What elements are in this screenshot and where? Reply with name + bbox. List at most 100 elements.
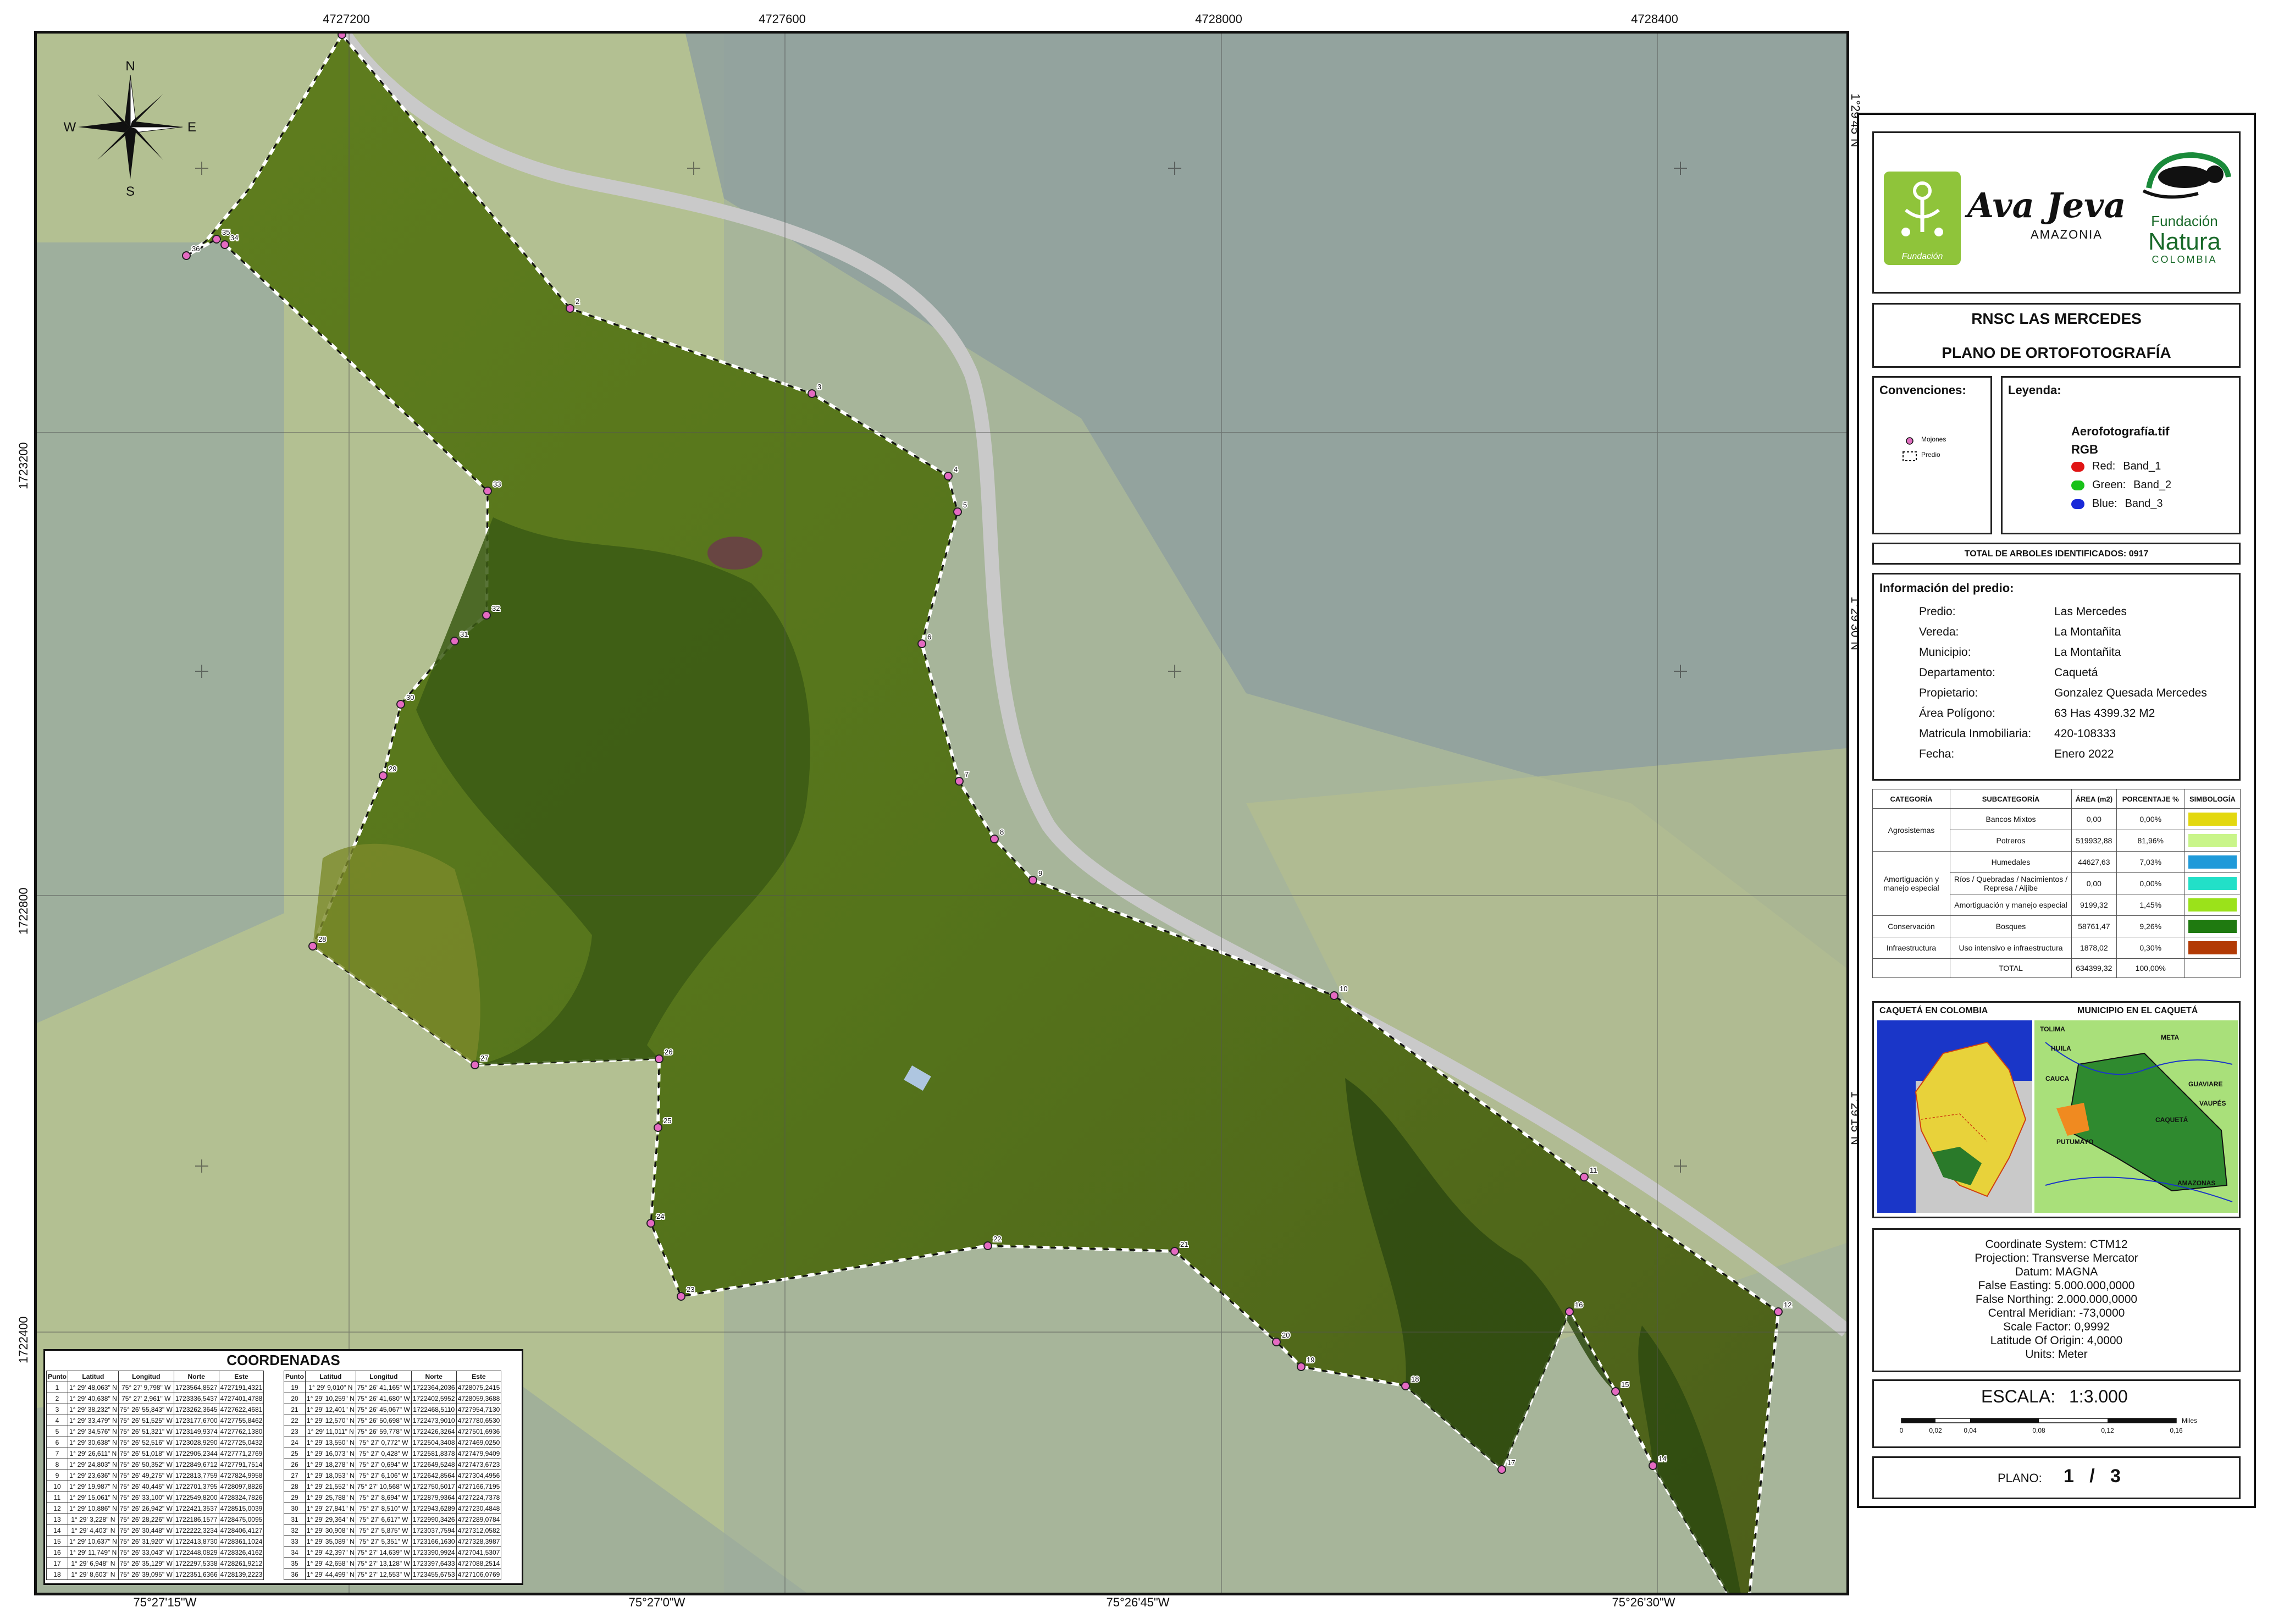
info-value: Caquetá — [2054, 666, 2098, 679]
bottom-tick-label: 75°27'0"W — [628, 1595, 685, 1609]
ava-jeva-sub: AMAZONIA — [2031, 228, 2103, 241]
table-cell: 0,30% — [2116, 937, 2185, 959]
boundary-point-label: 24 — [656, 1212, 664, 1220]
coord-cell: 1 — [46, 1382, 68, 1393]
info-key: Área Polígono: — [1919, 707, 1995, 720]
boundary-point-label: 21 — [1180, 1240, 1188, 1249]
table-cell: 44627,63 — [2071, 851, 2117, 873]
boundary-point-label: 35 — [222, 228, 230, 236]
coord-row: 32 1° 29' 30,908" N 75° 27' 5,875" W 172303… — [284, 1524, 502, 1536]
boundary-point-label: 28 — [318, 935, 326, 943]
coord-cell: 4728326,4162 — [218, 1546, 264, 1558]
coord-row: 9 1° 29' 23,636" N 75° 26' 49,275" W 172281… — [46, 1470, 264, 1481]
coord-cell: 1722473,9010 — [411, 1415, 457, 1426]
coord-cell: 4727473,6723 — [456, 1459, 502, 1470]
coord-header: Punto — [284, 1371, 306, 1382]
coord-cell: 1722905,2344 — [173, 1448, 219, 1459]
ava-jeva-logo: Fundación — [1884, 172, 1961, 265]
legend-band-row: Red: Band_1 — [2071, 460, 2161, 473]
coord-cell: 2 — [46, 1393, 68, 1404]
compass-w: W — [64, 120, 76, 135]
info-value: La Montañita — [2054, 626, 2121, 638]
coord-row: 5 1° 29' 34,576" N 75° 26' 51,321" W 172314… — [46, 1426, 264, 1437]
coord-row: 8 1° 29' 24,803" N 75° 26' 50,352" W 172284… — [46, 1459, 264, 1470]
scale-tick-label: 0 — [1900, 1427, 1904, 1434]
coord-cell: 32 — [284, 1524, 306, 1536]
caqueta-locator-map: TOLIMA HUILA META CAUCA GUAVIARE CAQUETÁ VAUPÉ… — [2034, 1020, 2238, 1213]
locator-region-label: GUAVIARE — [2188, 1080, 2222, 1088]
scale-tick-label: 0,08 — [2032, 1427, 2045, 1434]
projection-info: Coordinate System: CTM12 Projection: Tran… — [1874, 1238, 2239, 1361]
coord-cell: 1722413,8730 — [173, 1535, 219, 1547]
coord-cell: 1° 29' 19,987" N — [68, 1481, 119, 1492]
coord-cell: 14 — [46, 1524, 68, 1536]
coord-cell: 75° 26' 33,043" W — [118, 1546, 174, 1558]
natura-line2: Natura — [2148, 228, 2221, 255]
coord-header: Este — [456, 1371, 502, 1382]
table-row: Amortiguación y manejo especial Humedales… — [1872, 851, 2241, 916]
coord-cell: 1° 29' 42,397" N — [305, 1546, 356, 1558]
category-cell: Conservación — [1872, 915, 1950, 937]
coord-cell: 30 — [284, 1503, 306, 1514]
coord-cell: 1722222,3234 — [173, 1524, 219, 1536]
coord-cell: 1° 29' 42,658" N — [305, 1557, 356, 1569]
info-key: Vereda: — [1919, 626, 1959, 638]
boundary-point-label: 11 — [1590, 1166, 1597, 1174]
coord-row: 25 1° 29' 16,073" N 75° 27' 0,428" W 172258… — [284, 1448, 502, 1459]
coord-cell: 1722701,3795 — [173, 1481, 219, 1492]
coord-cell: 75° 26' 49,275" W — [118, 1470, 174, 1481]
coord-cell: 4727088,2514 — [456, 1557, 502, 1569]
table-cell: 0,00% — [2116, 808, 2185, 830]
boundary-point-label: 8 — [1000, 828, 1004, 836]
property-info-box: Información del predio: Predio: Las Merce… — [1872, 573, 2241, 781]
coord-cell: 1723149,9374 — [173, 1426, 219, 1437]
locator-box: CAQUETÁ EN COLOMBIA MUNICIPIO EN EL CAQU… — [1872, 1001, 2241, 1218]
coord-cell: 1722849,6712 — [173, 1459, 219, 1470]
coord-cell: 1° 29' 11,749" N — [68, 1546, 119, 1558]
map-frame[interactable]: 1234567891011121314151617181920212223242… — [34, 31, 1849, 1595]
coord-cell: 4727762,1380 — [218, 1426, 264, 1437]
ava-jeva-badge: Fundación — [1901, 252, 1943, 261]
coord-row: 17 1° 29' 6,948" N 75° 26' 35,129" W 172229… — [46, 1557, 264, 1569]
scale-box: ESCALA: 1:3.000 0 0,02 0,04 0,08 0,12 0,16 Mil… — [1872, 1379, 2241, 1448]
coord-cell: 4727780,6530 — [456, 1415, 502, 1426]
coord-cell: 4727824,9958 — [218, 1470, 264, 1481]
coord-cell: 6 — [46, 1437, 68, 1448]
coord-cell: 1723336,5437 — [173, 1393, 219, 1404]
coord-row: 11 1° 29' 15,061" N 75° 26' 33,100" W 17225… — [46, 1492, 264, 1503]
coord-row: 28 1° 29' 21,552" N 75° 27' 10,568" W 17227… — [284, 1481, 502, 1492]
coord-cell: 1723397,6433 — [411, 1557, 457, 1569]
locator-region-label: META — [2161, 1034, 2179, 1041]
table-cell: Bosques — [1950, 915, 2072, 937]
coord-cell: 1723177,6700 — [173, 1415, 219, 1426]
symbology-swatch — [2184, 830, 2241, 852]
plano-value: 1 / 3 — [2064, 1466, 2121, 1487]
coord-cell: 36 — [284, 1568, 306, 1580]
coord-cell: 1° 29' 10,259" N — [305, 1393, 356, 1404]
coord-cell: 4728139,2223 — [218, 1568, 264, 1580]
boundary-point-label: 5 — [963, 501, 967, 509]
plano-box: PLANO: 1 / 3 — [1872, 1456, 2241, 1499]
coord-cell: 4727230,4848 — [456, 1503, 502, 1514]
coord-cell: 4727328,3987 — [456, 1535, 502, 1547]
bottom-tick-label: 75°26'30"W — [1612, 1595, 1675, 1609]
locator-region-label: HUILA — [2051, 1045, 2071, 1052]
info-key: Matricula Inmobiliaria: — [1919, 727, 2032, 740]
coord-row: 3 1° 29' 38,232" N 75° 26' 55,843" W 172326… — [46, 1404, 264, 1415]
coord-cell: 18 — [46, 1568, 68, 1580]
table-header: SUBCATEGORÍA — [1950, 789, 2072, 809]
coord-cell: 75° 26' 55,843" W — [118, 1404, 174, 1415]
locator-region-label: CAQUETÁ — [2155, 1115, 2188, 1124]
coordinates-table-left: Punto Latitud Longitud Norte Este 1 1° 29' 48… — [46, 1371, 264, 1580]
scale-tick-label: 0,12 — [2101, 1427, 2114, 1434]
coord-cell: 1° 29' 38,232" N — [68, 1404, 119, 1415]
coord-row: 27 1° 29' 18,053" N 75° 27' 6,106" W 172264… — [284, 1470, 502, 1481]
coord-cell: 5 — [46, 1426, 68, 1437]
info-value: 63 Has 4399.32 M2 — [2054, 707, 2155, 720]
coord-cell: 75° 27' 2,961" W — [118, 1393, 174, 1404]
mojon-symbol-icon — [1903, 437, 1917, 461]
coord-row: 34 1° 29' 42,397" N 75° 27' 14,639" W 17233… — [284, 1546, 502, 1558]
coord-cell: 75° 26' 41,680" W — [355, 1393, 412, 1404]
left-tick-label: 1723200 — [16, 442, 30, 489]
property-info-title: Información del predio: — [1879, 581, 2014, 595]
